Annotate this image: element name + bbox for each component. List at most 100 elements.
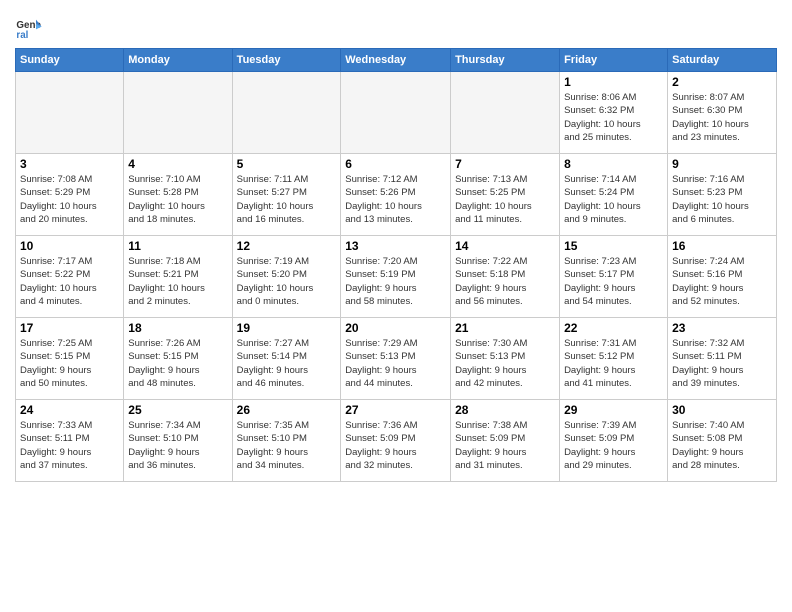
day-number: 17	[20, 321, 119, 335]
day-number: 26	[237, 403, 337, 417]
day-number: 23	[672, 321, 772, 335]
day-info: Sunrise: 7:10 AM Sunset: 5:28 PM Dayligh…	[128, 173, 227, 226]
calendar-cell: 2 Sunrise: 8:07 AM Sunset: 6:30 PM Daylig…	[668, 72, 777, 154]
day-info: Sunrise: 8:07 AM Sunset: 6:30 PM Dayligh…	[672, 91, 772, 144]
day-number: 16	[672, 239, 772, 253]
day-number: 27	[345, 403, 446, 417]
calendar-cell: 19 Sunrise: 7:27 AM Sunset: 5:14 PM Dayli…	[232, 318, 341, 400]
day-number: 20	[345, 321, 446, 335]
day-info: Sunrise: 7:33 AM Sunset: 5:11 PM Dayligh…	[20, 419, 119, 472]
day-number: 3	[20, 157, 119, 171]
day-number: 7	[455, 157, 555, 171]
calendar-cell	[16, 72, 124, 154]
day-info: Sunrise: 7:26 AM Sunset: 5:15 PM Dayligh…	[128, 337, 227, 390]
day-info: Sunrise: 7:11 AM Sunset: 5:27 PM Dayligh…	[237, 173, 337, 226]
svg-text:ral: ral	[16, 30, 28, 41]
calendar-cell: 29 Sunrise: 7:39 AM Sunset: 5:09 PM Dayli…	[560, 400, 668, 482]
calendar-cell: 10Sunrise: 7:17 AM Sunset: 5:22 PM Dayli…	[16, 236, 124, 318]
day-number: 4	[128, 157, 227, 171]
day-number: 21	[455, 321, 555, 335]
calendar-cell	[341, 72, 451, 154]
day-info: Sunrise: 7:40 AM Sunset: 5:08 PM Dayligh…	[672, 419, 772, 472]
calendar-cell: 24 Sunrise: 7:33 AM Sunset: 5:11 PM Dayli…	[16, 400, 124, 482]
calendar-cell: 5 Sunrise: 7:11 AM Sunset: 5:27 PM Daylig…	[232, 154, 341, 236]
calendar-table: SundayMondayTuesdayWednesdayThursdayFrid…	[15, 48, 777, 482]
day-info: Sunrise: 7:22 AM Sunset: 5:18 PM Dayligh…	[455, 255, 555, 308]
calendar-cell: 8 Sunrise: 7:14 AM Sunset: 5:24 PM Daylig…	[560, 154, 668, 236]
day-number: 9	[672, 157, 772, 171]
day-info: Sunrise: 7:39 AM Sunset: 5:09 PM Dayligh…	[564, 419, 663, 472]
calendar-cell: 18 Sunrise: 7:26 AM Sunset: 5:15 PM Dayli…	[124, 318, 232, 400]
calendar-cell: 17 Sunrise: 7:25 AM Sunset: 5:15 PM Dayli…	[16, 318, 124, 400]
day-number: 2	[672, 75, 772, 89]
calendar-cell: 27 Sunrise: 7:36 AM Sunset: 5:09 PM Dayli…	[341, 400, 451, 482]
calendar-cell: 22Sunrise: 7:31 AM Sunset: 5:12 PM Dayli…	[560, 318, 668, 400]
day-number: 24	[20, 403, 119, 417]
calendar-header-friday: Friday	[560, 49, 668, 72]
calendar-week-1: 3 Sunrise: 7:08 AM Sunset: 5:29 PM Daylig…	[16, 154, 777, 236]
calendar-cell: 14 Sunrise: 7:22 AM Sunset: 5:18 PM Dayli…	[451, 236, 560, 318]
day-number: 11	[128, 239, 227, 253]
calendar-cell: 21Sunrise: 7:30 AM Sunset: 5:13 PM Dayli…	[451, 318, 560, 400]
calendar-cell: 25 Sunrise: 7:34 AM Sunset: 5:10 PM Dayli…	[124, 400, 232, 482]
day-number: 25	[128, 403, 227, 417]
calendar-cell	[124, 72, 232, 154]
day-info: Sunrise: 7:13 AM Sunset: 5:25 PM Dayligh…	[455, 173, 555, 226]
calendar-cell: 28 Sunrise: 7:38 AM Sunset: 5:09 PM Dayli…	[451, 400, 560, 482]
day-number: 15	[564, 239, 663, 253]
calendar-cell: 15Sunrise: 7:23 AM Sunset: 5:17 PM Dayli…	[560, 236, 668, 318]
day-number: 18	[128, 321, 227, 335]
day-info: Sunrise: 7:34 AM Sunset: 5:10 PM Dayligh…	[128, 419, 227, 472]
calendar-header-thursday: Thursday	[451, 49, 560, 72]
day-info: Sunrise: 7:38 AM Sunset: 5:09 PM Dayligh…	[455, 419, 555, 472]
day-number: 13	[345, 239, 446, 253]
calendar-cell: 9 Sunrise: 7:16 AM Sunset: 5:23 PM Daylig…	[668, 154, 777, 236]
day-number: 5	[237, 157, 337, 171]
calendar-cell: 20 Sunrise: 7:29 AM Sunset: 5:13 PM Dayli…	[341, 318, 451, 400]
day-number: 28	[455, 403, 555, 417]
calendar-week-0: 1Sunrise: 8:06 AM Sunset: 6:32 PM Daylig…	[16, 72, 777, 154]
logo-icon: Gene ral	[15, 14, 43, 42]
day-info: Sunrise: 7:12 AM Sunset: 5:26 PM Dayligh…	[345, 173, 446, 226]
calendar-cell: 13 Sunrise: 7:20 AM Sunset: 5:19 PM Dayli…	[341, 236, 451, 318]
day-info: Sunrise: 7:14 AM Sunset: 5:24 PM Dayligh…	[564, 173, 663, 226]
calendar-cell: 12 Sunrise: 7:19 AM Sunset: 5:20 PM Dayli…	[232, 236, 341, 318]
day-info: Sunrise: 7:36 AM Sunset: 5:09 PM Dayligh…	[345, 419, 446, 472]
day-info: Sunrise: 7:16 AM Sunset: 5:23 PM Dayligh…	[672, 173, 772, 226]
calendar-header-row: SundayMondayTuesdayWednesdayThursdayFrid…	[16, 49, 777, 72]
calendar-cell: 23 Sunrise: 7:32 AM Sunset: 5:11 PM Dayli…	[668, 318, 777, 400]
calendar-header-wednesday: Wednesday	[341, 49, 451, 72]
calendar-cell: 30 Sunrise: 7:40 AM Sunset: 5:08 PM Dayli…	[668, 400, 777, 482]
calendar-cell	[451, 72, 560, 154]
day-number: 19	[237, 321, 337, 335]
calendar-week-4: 24 Sunrise: 7:33 AM Sunset: 5:11 PM Dayli…	[16, 400, 777, 482]
day-number: 8	[564, 157, 663, 171]
day-number: 12	[237, 239, 337, 253]
day-info: Sunrise: 7:20 AM Sunset: 5:19 PM Dayligh…	[345, 255, 446, 308]
day-number: 30	[672, 403, 772, 417]
calendar-cell: 11 Sunrise: 7:18 AM Sunset: 5:21 PM Dayli…	[124, 236, 232, 318]
calendar-cell: 16 Sunrise: 7:24 AM Sunset: 5:16 PM Dayli…	[668, 236, 777, 318]
day-info: Sunrise: 7:08 AM Sunset: 5:29 PM Dayligh…	[20, 173, 119, 226]
calendar-header-tuesday: Tuesday	[232, 49, 341, 72]
calendar-cell	[232, 72, 341, 154]
day-info: Sunrise: 7:18 AM Sunset: 5:21 PM Dayligh…	[128, 255, 227, 308]
day-info: Sunrise: 7:17 AM Sunset: 5:22 PM Dayligh…	[20, 255, 119, 308]
day-info: Sunrise: 7:25 AM Sunset: 5:15 PM Dayligh…	[20, 337, 119, 390]
day-info: Sunrise: 7:35 AM Sunset: 5:10 PM Dayligh…	[237, 419, 337, 472]
day-number: 29	[564, 403, 663, 417]
day-number: 14	[455, 239, 555, 253]
day-info: Sunrise: 7:27 AM Sunset: 5:14 PM Dayligh…	[237, 337, 337, 390]
calendar-header-saturday: Saturday	[668, 49, 777, 72]
logo: Gene ral	[15, 14, 47, 42]
day-info: Sunrise: 7:29 AM Sunset: 5:13 PM Dayligh…	[345, 337, 446, 390]
calendar-cell: 7 Sunrise: 7:13 AM Sunset: 5:25 PM Daylig…	[451, 154, 560, 236]
day-info: Sunrise: 7:24 AM Sunset: 5:16 PM Dayligh…	[672, 255, 772, 308]
day-number: 22	[564, 321, 663, 335]
calendar-cell: 6Sunrise: 7:12 AM Sunset: 5:26 PM Daylig…	[341, 154, 451, 236]
calendar-cell: 4 Sunrise: 7:10 AM Sunset: 5:28 PM Daylig…	[124, 154, 232, 236]
calendar-page: Gene ral SundayMondayTuesdayWednesdayThu…	[0, 0, 792, 492]
day-info: Sunrise: 7:19 AM Sunset: 5:20 PM Dayligh…	[237, 255, 337, 308]
day-info: Sunrise: 7:32 AM Sunset: 5:11 PM Dayligh…	[672, 337, 772, 390]
calendar-week-3: 17 Sunrise: 7:25 AM Sunset: 5:15 PM Dayli…	[16, 318, 777, 400]
